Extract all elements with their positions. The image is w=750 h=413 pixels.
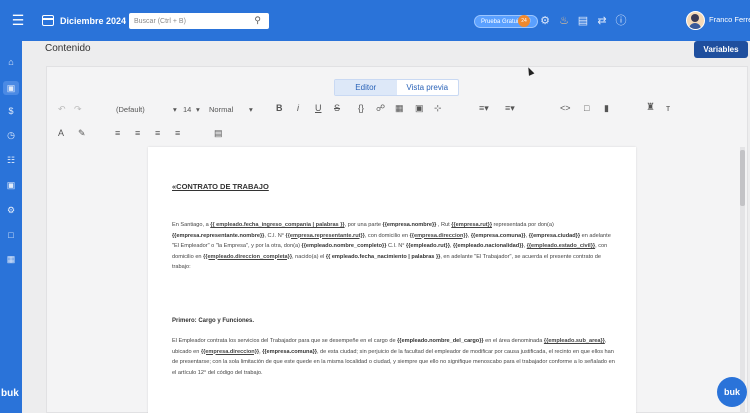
align-justify-icon[interactable]: ≡ <box>175 128 180 138</box>
search-icon[interactable]: ⚲ <box>254 15 261 26</box>
help-icon[interactable]: ⓘ <box>613 13 629 29</box>
calendar-icon[interactable] <box>42 15 54 26</box>
font-size-decrease-icon[interactable]: ▾ <box>173 105 177 114</box>
top-bar: ☰ Diciembre 2024 <box>0 0 750 41</box>
share-icon[interactable]: ⇄ <box>594 13 610 29</box>
source-code-icon[interactable]: <> <box>560 103 571 113</box>
numbered-list-icon[interactable]: ≡▾ <box>505 103 515 114</box>
document-icon[interactable]: ▤ <box>575 13 591 29</box>
editor-tabs: Editor Vista previa <box>334 79 459 96</box>
editor-toolbar: ↶ ↷ (Default) ▾ 14 ▾ Normal ▾ B i U S {}… <box>46 100 748 144</box>
tab-editor[interactable]: Editor <box>335 80 397 95</box>
strikethrough-icon[interactable]: S <box>334 103 340 113</box>
clear-format-icon[interactable]: ᴛ <box>666 103 670 113</box>
block-style-select[interactable]: Normal <box>209 105 233 114</box>
sidebar: ⌂ ▣ $ ◷ ☷ ▣ ⚙ □ ▦ buk <box>0 41 22 413</box>
notification-badge-icon[interactable]: 24 <box>518 15 530 27</box>
document-icon[interactable]: ▤ <box>214 128 223 139</box>
section-heading: Primero: Cargo y Funciones. <box>172 318 255 324</box>
format-painter-icon[interactable]: ♜ <box>646 102 655 113</box>
bulleted-list-icon[interactable]: ≡▾ <box>479 103 489 114</box>
home-icon[interactable]: ⌂ <box>3 55 19 69</box>
highlight-icon[interactable]: ✎ <box>78 128 86 139</box>
page-title: Contenido <box>45 43 91 54</box>
code-braces-icon[interactable]: {} <box>358 103 364 113</box>
buk-assistant-button[interactable]: buk <box>717 377 747 407</box>
menu-icon[interactable]: ☰ <box>0 12 36 29</box>
align-right-icon[interactable]: ≡ <box>155 128 160 138</box>
paragraph-intro[interactable]: En Santiago, a {{ empleado.fecha_ingreso… <box>172 220 618 273</box>
avatar[interactable] <box>686 11 705 30</box>
scrollbar-thumb[interactable] <box>740 150 745 206</box>
buk-logo: buk <box>1 388 19 399</box>
briefcase-icon[interactable]: ▣ <box>3 178 19 192</box>
paragraph-section-1[interactable]: El Empleador contrata los servicios del … <box>172 336 618 378</box>
font-family-select[interactable]: (Default) <box>116 105 145 114</box>
search-placeholder: Buscar (Ctrl + B) <box>134 17 186 25</box>
underline-icon[interactable]: U <box>315 103 322 113</box>
fullscreen-icon[interactable]: □ <box>584 103 589 113</box>
italic-icon[interactable]: i <box>297 103 299 113</box>
link-icon[interactable]: ☍ <box>376 103 385 114</box>
align-left-icon[interactable]: ≡ <box>115 128 120 138</box>
org-chart-icon[interactable]: ☷ <box>3 153 19 167</box>
text-color-icon[interactable]: A <box>58 128 64 138</box>
image-icon[interactable]: ▣ <box>415 103 424 114</box>
period-selector[interactable]: Diciembre 2024 <box>60 16 126 26</box>
settings-icon[interactable]: ⚙ <box>3 203 19 217</box>
bell-icon[interactable]: ♨ <box>556 13 572 29</box>
bold-icon[interactable]: B <box>276 103 283 113</box>
payments-icon[interactable]: $ <box>3 104 19 118</box>
undo-icon[interactable]: ↶ <box>58 104 66 115</box>
folder-icon[interactable]: □ <box>3 228 19 242</box>
gear-icon[interactable]: ⚙ <box>537 13 553 29</box>
calculator-icon[interactable]: ▦ <box>3 252 19 266</box>
document-page[interactable]: «CONTRATO DE TRABAJO En Santiago, a {{ e… <box>148 147 636 413</box>
document-title: «CONTRATO DE TRABAJO <box>172 182 269 191</box>
font-size-increase-icon[interactable]: ▾ <box>196 105 200 114</box>
variables-button[interactable]: Variables <box>694 41 748 58</box>
tab-preview[interactable]: Vista previa <box>397 80 459 95</box>
table-icon[interactable]: ▦ <box>395 103 404 114</box>
clock-icon[interactable]: ◷ <box>3 128 19 142</box>
align-center-icon[interactable]: ≡ <box>135 128 140 138</box>
user-name[interactable]: Franco Ferrer <box>709 15 750 24</box>
font-size-value[interactable]: 14 <box>183 105 191 114</box>
redo-icon[interactable]: ↷ <box>74 104 82 115</box>
preview-doc-icon[interactable]: ▮ <box>604 103 609 114</box>
block-style-chevron-icon[interactable]: ▾ <box>249 105 253 114</box>
search-input[interactable]: Buscar (Ctrl + B) ⚲ <box>129 13 269 29</box>
page-break-icon[interactable]: ⊹ <box>434 103 442 114</box>
contracts-icon[interactable]: ▣ <box>3 81 19 95</box>
